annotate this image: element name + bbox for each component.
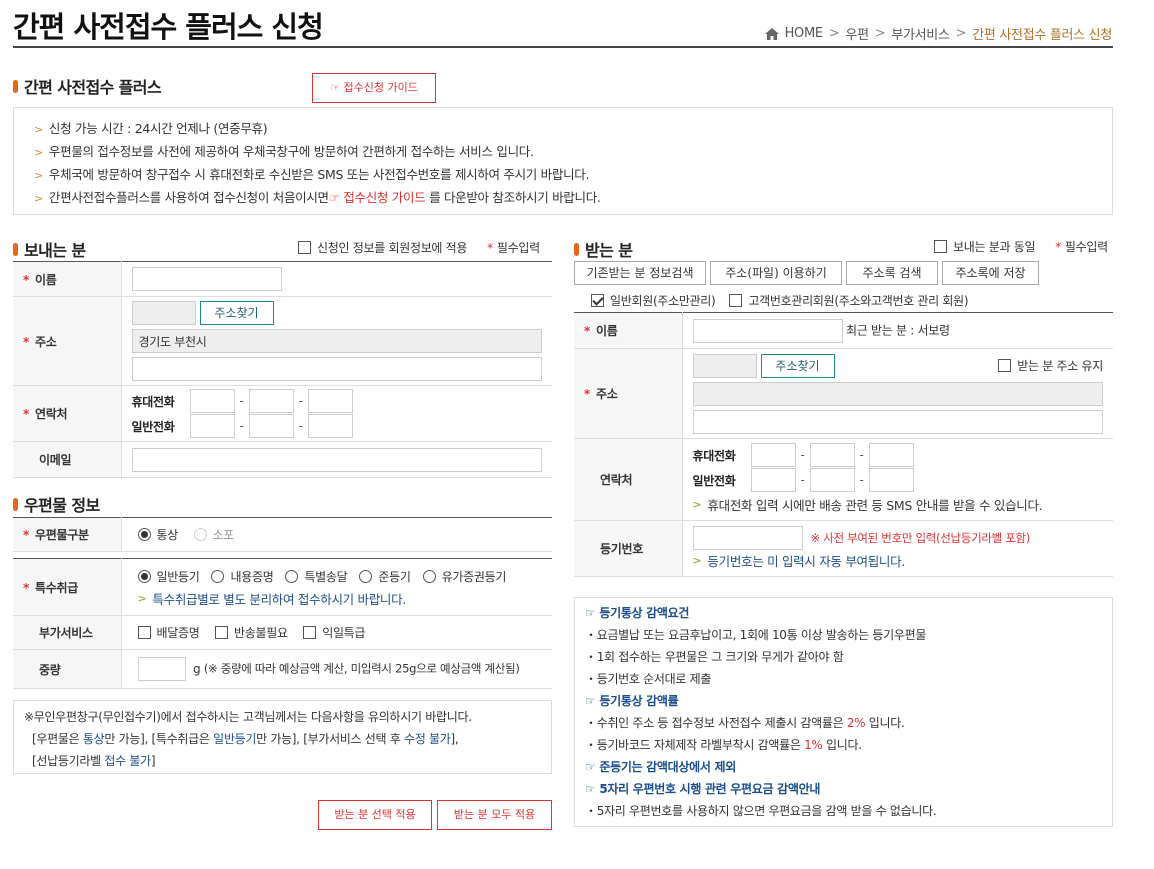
receiver-phone-3[interactable] [868,468,914,492]
section-bar-icon [13,242,18,256]
breadcrumb-sep: > [955,26,967,41]
sender-email-label: 이메일 [39,453,72,467]
keep-address-checkbox[interactable] [998,359,1012,372]
apply-member-checkbox[interactable] [298,241,311,254]
mail-type-form: * 우편물구분 통상 소포 [13,517,552,552]
sender-contact-label: 연락처 [34,407,68,421]
address-book-search-button[interactable]: 주소록 검색 [846,261,938,285]
receiver-address-detail[interactable] [692,409,1103,434]
extra-express-checkbox[interactable] [303,625,317,639]
weight-label: 중량 [39,662,61,677]
home-icon[interactable] [764,27,779,40]
sender-mobile-1[interactable] [189,389,235,413]
list-item: > 우체국에 방문하여 창구접수 시 휴대전화로 수신받은 SMS 또는 사전접수… [34,167,590,182]
guide-button[interactable]: ☞ 접수신청 가이드 [312,73,436,103]
special-label: 특수취급 [34,580,78,595]
apply-selected-button[interactable]: 받는 분 선택 적용 [318,800,432,830]
sender-name-input[interactable] [131,267,282,291]
sender-name-label: 이름 [34,272,57,287]
sender-address-base[interactable]: 경기도 부천시 [131,329,542,353]
weight-note: (※ 중량에 따라 예상금액 계산, 미입력시 25g으로 예상금액 계산됨) [203,661,520,676]
extra-delivery-proof-checkbox[interactable] [137,625,151,639]
extra-service-label: 부가서비스 [39,626,93,640]
sender-mobile-3[interactable] [307,389,353,413]
mail-type-parcel-radio[interactable] [193,527,207,541]
special-regular-radio[interactable] [137,569,151,583]
receiver-mobile-3[interactable] [868,443,914,467]
mail-type-normal-radio[interactable] [137,527,151,541]
reg-number-warning: ※ 사전 부여된 번호만 입력(선납등기라벨 포함) [810,530,1031,545]
page-title: 간편 사전접수 플러스 신청 [13,10,324,44]
list-item: > 신청 가능 시간 : 24시간 언제나 (연중무휴) [34,121,268,136]
special-note: 특수취급별로 별도 분리하여 접수하시기 바랍니다. [152,591,406,607]
receiver-name-input[interactable] [692,318,843,343]
discount-info-box: ☞ 등기통상 감액요건 ・요금별납 또는 요금후납이고, 1회에 10통 이상 … [574,597,1113,827]
breadcrumb-item-extra[interactable]: 부가서비스 [891,24,950,43]
list-item: > 우편물의 접수정보를 사전에 제공하여 우체국창구에 방문하여 간편하게 접수… [34,144,534,159]
address-file-button[interactable]: 주소(파일) 이용하기 [710,261,842,285]
customer-number-member-checkbox[interactable] [729,294,743,307]
required-note: 필수입력 [496,241,540,255]
special-form: * 특수취급 일반등기 내용증명 특별송달 준등기 유가증권등기 > 특수취급별로 … [13,558,552,689]
special-securities-radio[interactable] [422,569,436,583]
search-previous-receiver-button[interactable]: 기존받는 분 정보검색 [574,261,706,285]
receiver-address-search-button[interactable]: 주소찾기 [760,353,835,378]
breadcrumb-sep: > [874,26,886,41]
sender-address-search-button[interactable]: 주소찾기 [199,301,274,325]
special-quasi-radio[interactable] [359,569,373,583]
receiver-form: * 이름 최근 받는 분 : 서보령 * 주소 주소찾기 받는 분 주소 유지 연락… [574,312,1113,577]
sender-heading: 보내는 분 [13,237,86,261]
sender-phone-2[interactable] [248,414,294,438]
sender-address-detail[interactable] [131,357,542,381]
breadcrumb-item-post[interactable]: 우편 [845,24,869,43]
intro-heading: 간편 사전접수 플러스 [13,74,162,98]
recent-receiver: 최근 받는 분 : 서보령 [846,323,950,337]
sender-zipcode-input[interactable] [131,301,196,325]
address-book-save-button[interactable]: 주소록에 저장 [942,261,1039,285]
receiver-zipcode-input[interactable] [692,353,757,378]
section-bar-icon [13,79,18,93]
same-as-sender-label: 보내는 분과 동일 [953,240,1036,254]
special-content-proof-radio[interactable] [211,569,225,583]
apply-member-label: 신청인 정보를 회원정보에 적용 [317,241,468,255]
sender-mobile-2[interactable] [248,389,294,413]
receiver-address-label: 주소 [595,387,618,401]
receiver-mobile-1[interactable] [750,443,796,467]
receiver-address-base[interactable] [692,381,1103,406]
receiver-contact-label: 연락처 [600,473,633,487]
title-divider [13,46,1113,48]
section-bar-icon [574,242,579,256]
special-delivery-radio[interactable] [285,569,299,583]
list-item: > 간편사전접수플러스를 사용하여 접수신청이 처음이시면☞ 접수신청 가이드 를… [34,190,601,205]
sender-email-input[interactable] [131,447,542,472]
mail-info-heading: 우편물 정보 [13,492,100,516]
sender-address-label: 주소 [34,334,57,349]
receiver-phone-1[interactable] [750,468,796,492]
receiver-phone-2[interactable] [809,468,855,492]
receiver-heading: 받는 분 [574,237,633,261]
breadcrumb-home[interactable]: HOME [785,26,824,41]
sender-phone-3[interactable] [307,414,353,438]
receiver-mobile-2[interactable] [809,443,855,467]
mail-type-label: 우편물구분 [34,528,89,542]
reg-number-input[interactable] [692,525,803,550]
sender-form: * 이름 * 주소 주소찾기 경기도 부천시 * 연락처 휴대전화 - - 일반전화 - - … [13,261,552,478]
general-member-checkbox[interactable] [591,294,604,307]
extra-no-return-checkbox[interactable] [214,625,228,639]
intro-info-box: > 신청 가능 시간 : 24시간 언제나 (연중무휴) > 우편물의 접수정보를 … [13,107,1113,215]
sender-phone-1[interactable] [189,414,235,438]
section-bar-icon [13,497,18,511]
same-as-sender-checkbox[interactable] [934,240,947,253]
receiver-name-label: 이름 [595,324,618,338]
reg-number-label: 등기번호 [600,542,643,556]
breadcrumb: HOME > 우편 > 부가서비스 > 간편 사전접수 플러스 신청 [764,24,1112,43]
kiosk-notice-box: ※무인우편창구(무인접수기)에서 접수하시는 고객님께서는 다음사항을 유의하시… [13,700,552,774]
sms-note: 휴대전화 입력 시에만 배송 관련 등 SMS 안내를 받을 수 있습니다. [707,498,1043,513]
breadcrumb-sep: > [828,26,840,41]
guide-link[interactable]: ☞ 접수신청 가이드 [329,190,426,205]
reg-number-note: 등기번호는 미 입력시 자동 부여됩니다. [707,554,905,569]
breadcrumb-current: 간편 사전접수 플러스 신청 [972,28,1112,43]
apply-all-button[interactable]: 받는 분 모두 적용 [437,800,552,830]
weight-input[interactable] [137,657,186,681]
